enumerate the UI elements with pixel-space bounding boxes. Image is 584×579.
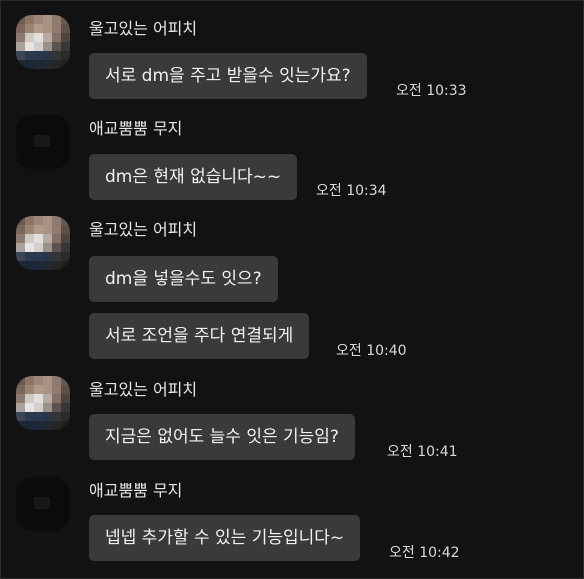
avatar-muzi[interactable]	[16, 477, 70, 531]
message-timestamp: 오전 10:42	[389, 545, 460, 561]
message-timestamp: 오전 10:41	[387, 444, 458, 460]
sender-name: 애교뿜뿜 무지	[89, 481, 183, 500]
sender-name: 울고있는 어피치	[89, 19, 198, 38]
message-bubble[interactable]: 서로 dm을 주고 받을수 잇는가요?	[89, 53, 367, 99]
message-bubble[interactable]: 지금은 없어도 늘수 잇은 기능임?	[89, 414, 355, 460]
message-timestamp: 오전 10:34	[316, 183, 387, 199]
avatar-apeach[interactable]	[16, 216, 70, 270]
message-bubble[interactable]: 서로 조언을 주다 연결되게	[89, 313, 310, 359]
message-timestamp: 오전 10:40	[336, 343, 407, 359]
message-bubble[interactable]: 넵넵 추가할 수 있는 기능입니다~	[89, 515, 361, 561]
avatar-apeach[interactable]	[16, 376, 70, 430]
avatar-muzi[interactable]	[16, 115, 70, 169]
sender-name: 애교뿜뿜 무지	[89, 119, 183, 138]
sender-name: 울고있는 어피치	[89, 380, 198, 399]
message-bubble[interactable]: dm을 넣을수도 잇으?	[89, 256, 278, 302]
message-timestamp: 오전 10:33	[396, 83, 467, 99]
message-bubble[interactable]: dm은 현재 없습니다~~	[89, 154, 298, 200]
avatar-apeach[interactable]	[16, 15, 70, 69]
sender-name: 울고있는 어피치	[89, 220, 198, 239]
